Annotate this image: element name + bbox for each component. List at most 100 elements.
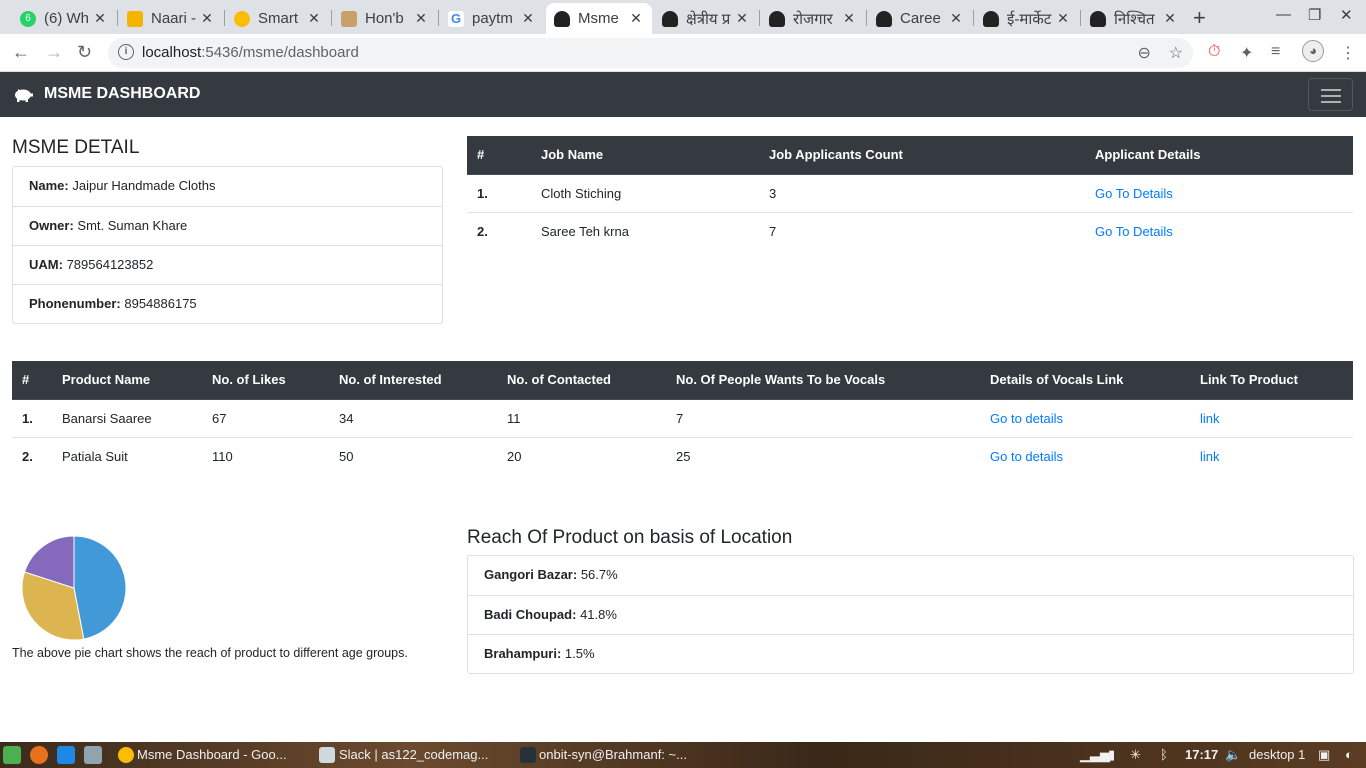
go-to-details-link[interactable]: Go To Details [1095,224,1173,239]
extensions-puzzle-icon[interactable]: ✦ [1240,43,1253,63]
browser-tab[interactable]: क्षेत्रीय प्र ✕ [654,3,758,34]
list-item: UAM: 789564123852 [13,245,442,284]
list-item: Badi Choupad: 41.8% [468,595,1353,634]
window-icon [319,747,335,763]
profile-avatar[interactable]: ◕ [1302,40,1324,62]
list-item: Brahampuri: 1.5% [468,634,1353,673]
close-tab-icon[interactable]: ✕ [520,10,536,27]
clock[interactable]: 17:17 [1185,747,1218,762]
woman-icon [876,10,892,27]
whatsapp-icon: 6 [20,10,36,27]
os-taskbar: Msme Dashboard - Goo... Slack | as122_co… [0,742,1366,768]
window-switch-icon[interactable]: ▣ [1318,747,1330,763]
new-tab-icon[interactable]: + [1193,5,1206,31]
go-to-details-link[interactable]: Go To Details [1095,186,1173,201]
taskbar-item[interactable]: Slack | as122_codemag... [339,747,488,762]
browser-tab[interactable]: Smart ✕ [226,3,330,34]
tray-icon[interactable]: ◐ [1345,747,1353,762]
files-icon[interactable] [84,746,102,764]
slack-icon[interactable]: ✳ [1130,747,1141,763]
table-header-row: # Product Name No. of Likes No. of Inter… [12,361,1353,400]
desktop-label[interactable]: desktop 1 [1249,747,1305,762]
menu-kebab-icon[interactable]: ⋮ [1340,43,1356,63]
table-row: 1. Cloth Stiching 3 Go To Details [467,173,1353,212]
browser-tab[interactable]: 6 (6) Wh ✕ [12,3,116,34]
list-item: Gangori Bazar: 56.7% [484,567,618,582]
close-tab-icon[interactable]: ✕ [306,10,322,27]
browser-tab[interactable]: ई-मार्केट ✕ [975,3,1079,34]
products-table: # Product Name No. of Likes No. of Inter… [12,361,1353,475]
table-row: 2. Saree Teh krna 7 Go To Details [467,211,1353,250]
terminal-icon [520,747,536,763]
vscode-icon[interactable] [57,746,75,764]
piggy-bank-icon [15,89,33,102]
app-navbar: MSME DASHBOARD [0,72,1366,117]
woman-icon [1090,10,1106,27]
reach-list: Gangori Bazar: 56.7% Badi Choupad: 41.8%… [467,555,1354,674]
close-tab-icon[interactable]: ✕ [92,10,108,27]
address-bar[interactable]: i localhost:5436/msme/dashboard ⊖ ☆ [108,38,1193,68]
app-launcher-icon[interactable] [3,746,21,764]
close-tab-icon[interactable]: ✕ [413,10,429,27]
browser-tab-active[interactable]: Msme ✕ [546,3,652,34]
volume-icon[interactable]: 🔈 [1225,747,1241,763]
browser-toolbar: ← → ↻ i localhost:5436/msme/dashboard ⊖ … [0,34,1366,72]
list-item: Owner: Smt. Suman Khare [13,206,442,245]
list-item: Phonenumber: 8954886175 [13,284,442,323]
taskbar-item[interactable]: onbit-syn@Brahmanf: ~... [539,747,687,762]
table-row: 2. Patiala Suit 110 50 20 25 Go to detai… [12,436,1353,475]
table-header-row: # Job Name Job Applicants Count Applican… [467,136,1353,175]
browser-tab[interactable]: Naari - ✕ [119,3,223,34]
woman-icon [662,10,678,27]
woman-icon [983,10,999,27]
signal-icon[interactable]: ▁▃▅ [1080,747,1110,763]
product-link[interactable]: link [1200,411,1220,426]
browser-tab[interactable]: Caree ✕ [868,3,972,34]
pie-chart-caption: The above pie chart shows the reach of p… [12,646,408,660]
woman-icon [554,10,570,27]
browser-tab[interactable]: Hon'b ✕ [333,3,437,34]
woman-icon [769,10,785,27]
close-tab-icon[interactable]: ✕ [199,10,215,27]
reload-icon[interactable]: ↻ [77,42,92,63]
emblem-icon [341,10,357,27]
pie-slice [73,535,127,640]
bluetooth-icon[interactable]: ᛒ [1160,747,1168,762]
msme-detail-title: MSME DETAIL [12,137,140,158]
browser-tab[interactable]: निश्चित ✕ [1082,3,1186,34]
age-group-pie-chart [21,535,127,641]
brand-title: MSME DASHBOARD [44,85,201,102]
bookmark-star-icon[interactable]: ☆ [1169,45,1183,62]
google-icon: G [448,10,464,27]
close-tab-icon[interactable]: ✕ [841,10,857,27]
close-tab-icon[interactable]: ✕ [1162,10,1178,27]
jobs-table: # Job Name Job Applicants Count Applican… [467,136,1353,250]
media-queue-icon[interactable]: ≡ [1271,43,1280,61]
brand[interactable]: MSME DASHBOARD [13,85,200,103]
close-tab-icon[interactable]: ✕ [628,10,644,27]
go-to-details-link[interactable]: Go to details [990,411,1063,426]
minimize-icon[interactable]: — [1276,6,1291,23]
battery-icon[interactable]: ▮ [1108,747,1115,763]
zoom-icon[interactable]: ⊖ [1137,45,1150,62]
close-tab-icon[interactable]: ✕ [734,10,750,27]
close-tab-icon[interactable]: ✕ [1055,10,1071,27]
close-window-icon[interactable]: ✕ [1340,6,1353,24]
reach-title: Reach Of Product on basis of Location [467,527,793,548]
browser-tab[interactable]: रोजगार ✕ [761,3,865,34]
navbar-toggler-button[interactable] [1308,78,1353,111]
chrome-icon [118,747,134,763]
go-to-details-link[interactable]: Go to details [990,449,1063,464]
url-text[interactable]: localhost:5436/msme/dashboard [142,44,359,61]
restore-icon[interactable]: ❐ [1308,6,1321,24]
info-icon[interactable]: i [118,44,134,60]
extension-timer-icon[interactable]: ⏱ [1208,43,1220,61]
product-link[interactable]: link [1200,449,1220,464]
back-icon[interactable]: ← [12,42,30,63]
close-tab-icon[interactable]: ✕ [948,10,964,27]
msme-detail-list: Name: Jaipur Handmade Cloths Owner: Smt.… [12,166,443,324]
firefox-icon[interactable] [30,746,48,764]
taskbar-item[interactable]: Msme Dashboard - Goo... [137,747,287,762]
forward-icon[interactable]: → [45,42,63,63]
browser-tab[interactable]: G paytm ✕ [440,3,544,34]
